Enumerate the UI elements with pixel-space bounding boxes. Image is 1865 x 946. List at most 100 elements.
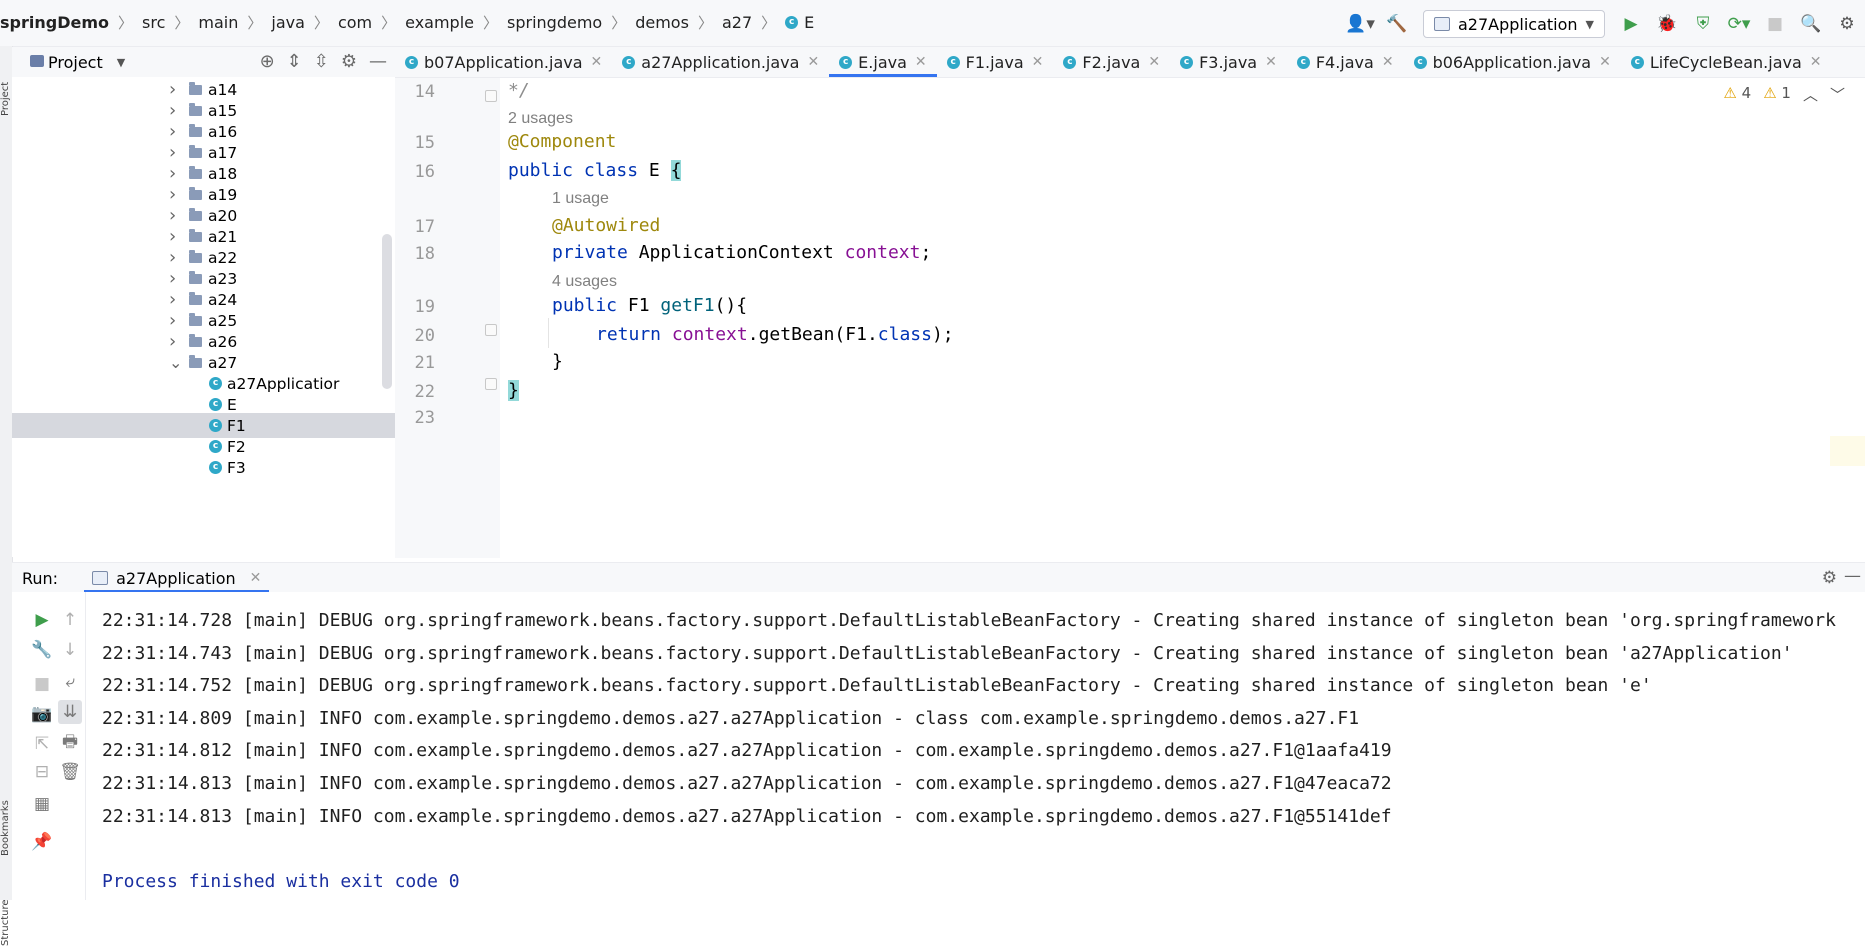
- breadcrumb-item[interactable]: demos: [635, 13, 689, 32]
- debug-icon[interactable]: 🐞: [1653, 10, 1681, 38]
- run-tab[interactable]: a27Application ✕: [84, 563, 270, 593]
- chevron-down-icon[interactable]: ▼: [117, 56, 125, 69]
- console-output[interactable]: 22:31:14.728 [main] DEBUG org.springfram…: [86, 592, 1865, 900]
- chevron-right-icon[interactable]: ›: [169, 121, 181, 142]
- inspection-widget[interactable]: ⚠ 4 ⚠ 1 ︿ ﹀: [1723, 84, 1845, 105]
- chevron-right-icon[interactable]: ›: [169, 100, 181, 121]
- tree-scrollbar[interactable]: [382, 234, 392, 389]
- stop-icon[interactable]: ■: [30, 672, 54, 696]
- exit-icon[interactable]: ⇱: [30, 732, 54, 756]
- run-icon[interactable]: ▶: [1617, 10, 1645, 38]
- breadcrumb-item[interactable]: a27: [722, 13, 752, 32]
- editor-tab[interactable]: c F4.java ✕: [1287, 47, 1404, 77]
- wrench-icon[interactable]: 🔧: [30, 638, 54, 662]
- chevron-down-icon[interactable]: ⌄: [169, 353, 182, 372]
- fold-marker-icon[interactable]: [485, 90, 497, 102]
- editor-tab[interactable]: c E.java ✕: [829, 47, 938, 77]
- breadcrumb-item[interactable]: example: [405, 13, 474, 32]
- chevron-up-icon[interactable]: ︿: [1803, 84, 1818, 105]
- project-stripe-button[interactable]: Project: [0, 46, 12, 116]
- chevron-right-icon[interactable]: ›: [169, 205, 181, 226]
- chevron-right-icon[interactable]: ›: [169, 79, 181, 100]
- breadcrumb-item[interactable]: springDemo: [0, 13, 109, 32]
- editor-tab[interactable]: c b06Application.java ✕: [1404, 47, 1621, 77]
- usage-hint[interactable]: 2 usages: [508, 110, 573, 128]
- scroll-to-end-icon[interactable]: ⇊: [58, 700, 82, 724]
- expand-all-icon[interactable]: ⇕: [287, 51, 302, 72]
- chevron-right-icon[interactable]: ›: [169, 247, 181, 268]
- chevron-right-icon[interactable]: ›: [169, 289, 181, 310]
- breadcrumb-item[interactable]: com: [338, 13, 372, 32]
- chevron-right-icon[interactable]: ›: [169, 310, 181, 331]
- editor-tab[interactable]: c b07Application.java ✕: [395, 47, 612, 77]
- structure-stripe-button[interactable]: Structure: [0, 886, 12, 946]
- line-number: 16: [414, 162, 435, 182]
- close-icon[interactable]: ✕: [1810, 54, 1822, 70]
- settings-gear-icon[interactable]: ⚙: [341, 51, 357, 72]
- close-icon[interactable]: ✕: [1032, 54, 1044, 70]
- editor-tab[interactable]: c F2.java ✕: [1053, 47, 1170, 77]
- hide-panel-icon[interactable]: —: [369, 51, 387, 72]
- close-icon[interactable]: ✕: [591, 54, 603, 70]
- settings-gear-icon[interactable]: ⚙: [1822, 568, 1837, 588]
- chevron-right-icon[interactable]: ›: [169, 226, 181, 247]
- code-line: private ApplicationContext context;: [552, 242, 931, 263]
- breadcrumb-separator-icon: 〉: [174, 14, 190, 32]
- profile-icon[interactable]: ⟳▾: [1725, 10, 1753, 38]
- close-icon[interactable]: ✕: [1148, 54, 1160, 70]
- editor-tab[interactable]: c F1.java ✕: [937, 47, 1054, 77]
- class-icon: c: [209, 398, 222, 411]
- stop-icon[interactable]: ■: [1761, 10, 1789, 38]
- editor-tab[interactable]: c F3.java ✕: [1170, 47, 1287, 77]
- usage-hint[interactable]: 4 usages: [552, 273, 617, 291]
- code-editor[interactable]: */2 usages @Component public class E {1 us…: [500, 78, 1830, 558]
- bookmarks-stripe-button[interactable]: Bookmarks: [0, 786, 12, 856]
- breadcrumb-item[interactable]: java: [271, 13, 305, 32]
- code-token: E: [638, 160, 671, 181]
- restore-layout-icon[interactable]: ⊟: [30, 760, 54, 784]
- usage-hint[interactable]: 1 usage: [552, 190, 609, 208]
- chevron-right-icon[interactable]: ›: [169, 184, 181, 205]
- close-icon[interactable]: ✕: [1265, 54, 1277, 70]
- breadcrumb-item[interactable]: src: [142, 13, 165, 32]
- config-icon: [92, 571, 109, 585]
- chevron-right-icon[interactable]: ›: [169, 142, 181, 163]
- close-icon[interactable]: ✕: [1382, 54, 1394, 70]
- camera-icon[interactable]: 📷: [30, 702, 54, 726]
- collapse-all-icon[interactable]: ⇳: [314, 51, 329, 72]
- close-icon[interactable]: ✕: [1599, 54, 1611, 70]
- close-icon[interactable]: ✕: [915, 54, 927, 70]
- search-icon[interactable]: 🔍: [1797, 10, 1825, 38]
- layout-icon[interactable]: ▦: [30, 792, 54, 816]
- hide-panel-icon[interactable]: —: [1844, 566, 1861, 586]
- locate-icon[interactable]: ⊕: [260, 51, 275, 72]
- chevron-right-icon[interactable]: ›: [169, 331, 181, 352]
- close-icon[interactable]: ✕: [807, 54, 819, 70]
- class-icon: c: [209, 440, 222, 453]
- close-icon[interactable]: ✕: [250, 570, 262, 586]
- chevron-right-icon[interactable]: ›: [169, 268, 181, 289]
- fold-marker-icon[interactable]: [485, 324, 497, 336]
- breadcrumb-item[interactable]: main: [198, 13, 238, 32]
- run-configuration-select[interactable]: a27Application ▼: [1422, 10, 1605, 38]
- print-icon[interactable]: 🖶: [58, 730, 82, 754]
- chevron-down-icon[interactable]: ﹀: [1830, 84, 1845, 105]
- fold-marker-icon[interactable]: [485, 378, 497, 390]
- chevron-right-icon[interactable]: ›: [169, 163, 181, 184]
- breadcrumb-item[interactable]: E: [804, 13, 814, 32]
- breadcrumb-item[interactable]: springdemo: [507, 13, 602, 32]
- pin-icon[interactable]: 📌: [30, 830, 54, 854]
- down-arrow-icon[interactable]: ↓: [58, 638, 82, 662]
- soft-wrap-icon[interactable]: ⤶: [58, 670, 82, 694]
- editor-tab[interactable]: c LifeCycleBean.java ✕: [1621, 47, 1832, 77]
- user-icon[interactable]: 👤▾: [1345, 10, 1375, 38]
- trash-icon[interactable]: 🗑: [58, 760, 82, 784]
- settings-gear-icon[interactable]: ⚙: [1833, 10, 1861, 38]
- editor-tab[interactable]: c a27Application.java ✕: [612, 47, 829, 77]
- tree-item[interactable]: c F3: [12, 455, 395, 480]
- project-panel-title[interactable]: Project: [48, 53, 103, 72]
- build-hammer-icon[interactable]: 🔨: [1383, 10, 1411, 38]
- coverage-icon[interactable]: ⛨: [1689, 10, 1717, 38]
- rerun-icon[interactable]: ▶: [30, 608, 54, 632]
- up-arrow-icon[interactable]: ↑: [58, 608, 82, 632]
